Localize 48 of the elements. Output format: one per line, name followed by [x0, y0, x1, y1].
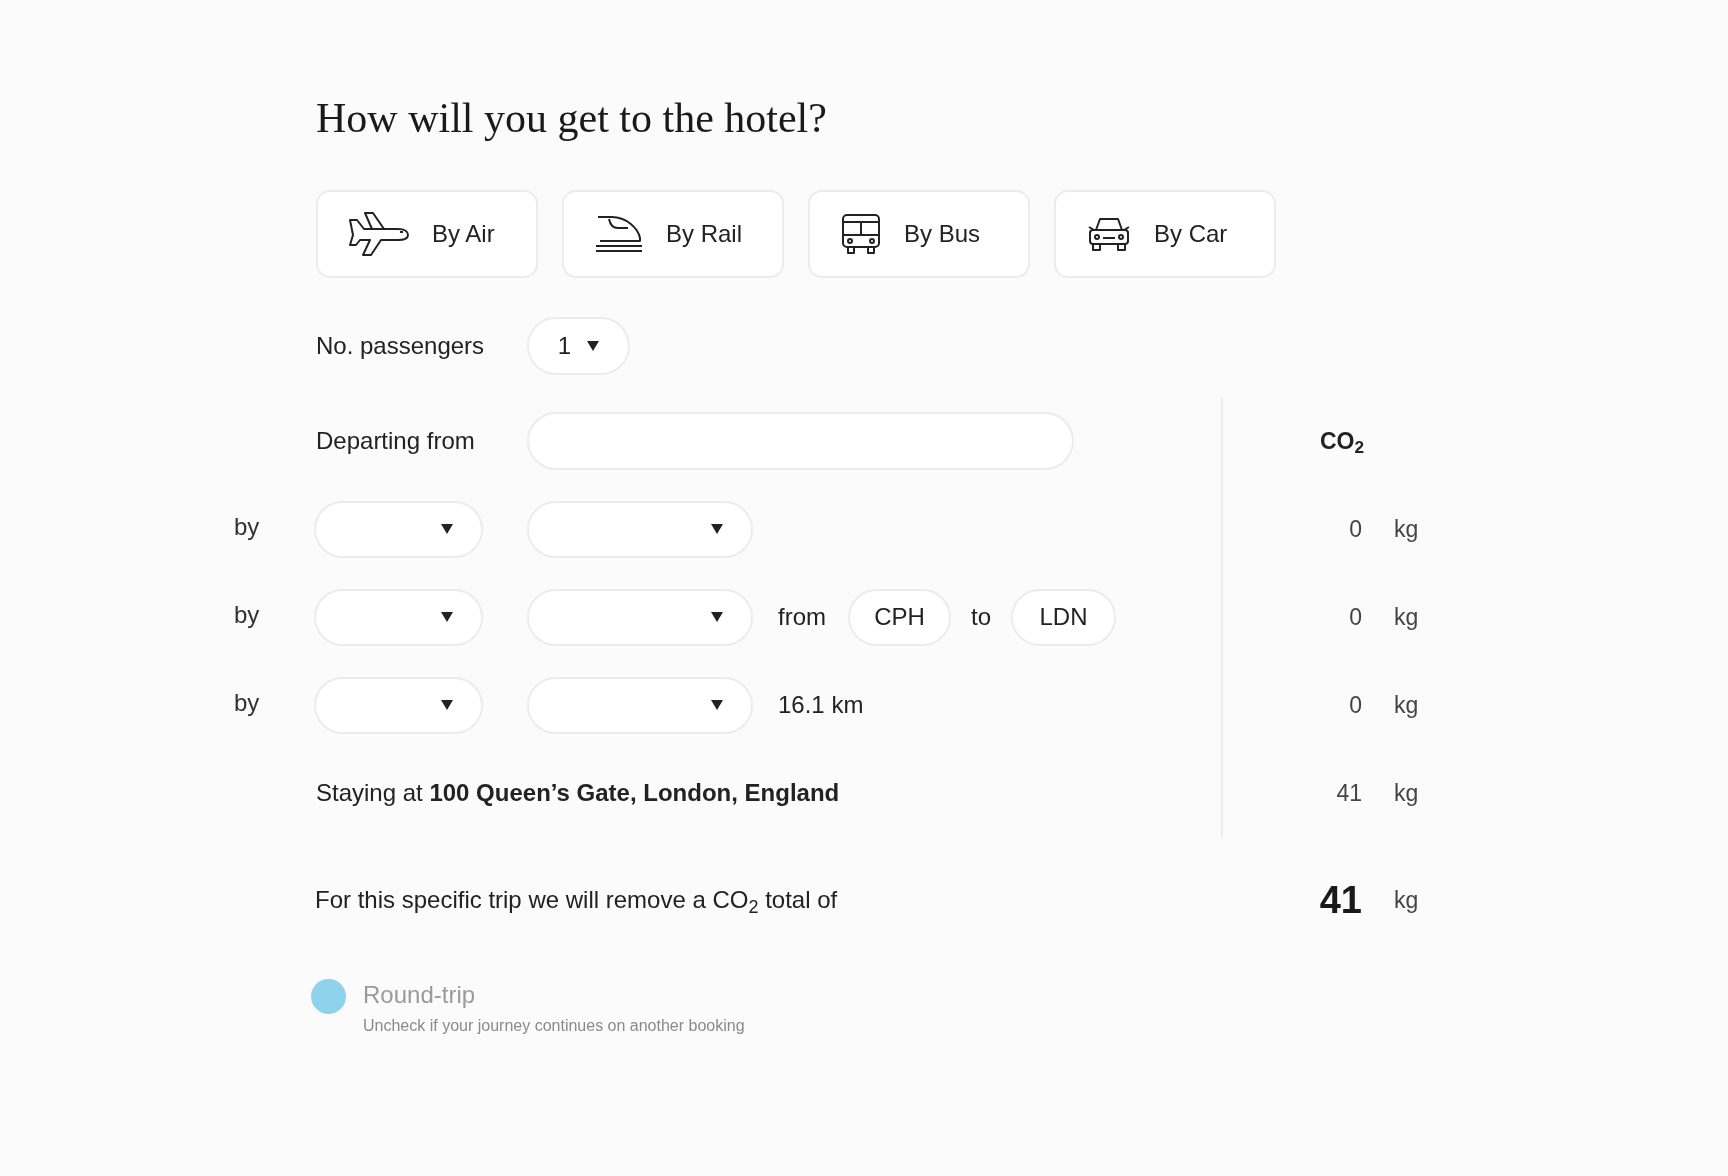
- select-dropdown[interactable]: [527, 500, 753, 558]
- caret-icon: [711, 524, 723, 534]
- leg-label: by: [234, 512, 261, 542]
- destination-field[interactable]: LDN: [1011, 588, 1116, 646]
- airplane-icon: [348, 211, 410, 257]
- passengers-select[interactable]: 1: [527, 317, 630, 375]
- caret-icon: [587, 341, 600, 351]
- round-trip-label: Round-trip: [363, 980, 477, 1010]
- unit-label: kg: [1394, 514, 1419, 544]
- train-icon: [594, 214, 644, 254]
- co2-value: 41: [1318, 877, 1362, 923]
- caret-icon: [441, 524, 453, 534]
- from-label: from: [778, 602, 826, 632]
- select-dropdown[interactable]: [314, 676, 483, 734]
- co2-value: 0: [1348, 602, 1362, 632]
- select-dropdown[interactable]: [314, 500, 483, 558]
- caret-icon: [441, 700, 453, 710]
- co2-value: 0: [1348, 690, 1362, 720]
- travel-mode-button[interactable]: By Air: [316, 190, 538, 278]
- co2-value: 41: [1335, 778, 1362, 808]
- caret-icon: [711, 612, 723, 622]
- bus-icon: [840, 212, 882, 256]
- caret-icon: [441, 612, 453, 622]
- unit-label: kg: [1394, 778, 1419, 808]
- passengers-label: No. passengers: [316, 331, 486, 361]
- departure-label: Departing from: [316, 426, 476, 456]
- round-trip-hint: Uncheck if your journey continues on another booking: [363, 1016, 745, 1036]
- leg-label: by: [234, 600, 261, 630]
- travel-mode-button[interactable]: By Rail: [562, 190, 784, 278]
- origin-field[interactable]: CPH: [848, 588, 951, 646]
- unit-label: kg: [1394, 885, 1419, 915]
- select-dropdown[interactable]: [527, 588, 753, 646]
- round-trip-checkbox[interactable]: [311, 979, 346, 1014]
- to-label: to: [971, 602, 991, 632]
- co2-column-header: CO$_{2}$: [1320, 426, 1365, 459]
- distance-text: 16.1 km: [778, 690, 864, 720]
- travel-mode-button[interactable]: By Car: [1054, 190, 1276, 278]
- unit-label: kg: [1394, 690, 1419, 720]
- total-text: For this specific trip we will remove a CO$_{2}$ total of: [315, 885, 838, 918]
- caret-icon: [711, 700, 723, 710]
- select-dropdown[interactable]: [527, 676, 753, 734]
- page-title: How will you get to the hotel?: [316, 94, 827, 143]
- travel-mode-button[interactable]: By Bus: [808, 190, 1030, 278]
- select-dropdown[interactable]: [314, 588, 483, 646]
- stay-text: Staying at 100 Queen’s Gate, London, England: [316, 778, 840, 808]
- leg-label: by: [234, 688, 261, 718]
- unit-label: kg: [1394, 602, 1419, 632]
- co2-value: 0: [1348, 514, 1362, 544]
